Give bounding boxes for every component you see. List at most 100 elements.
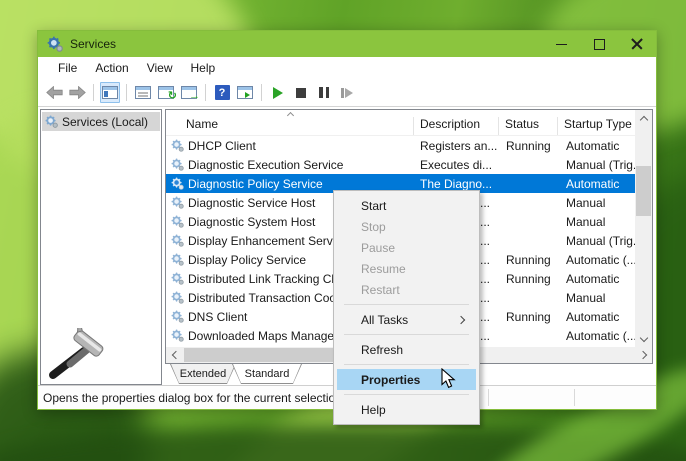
tab-extended-label: Extended <box>180 368 226 380</box>
start-service-button[interactable] <box>268 82 288 103</box>
minimize-icon <box>556 44 567 45</box>
back-button[interactable] <box>44 82 64 103</box>
service-name: Diagnostic System Host <box>188 215 315 229</box>
service-startup-type: Manual <box>558 196 635 210</box>
menu-action[interactable]: Action <box>86 57 137 79</box>
maximize-button[interactable] <box>580 31 618 57</box>
menu-separator <box>344 364 469 365</box>
service-icon <box>171 329 184 342</box>
context-menu-item-pause: Pause <box>337 237 476 258</box>
scroll-left-icon[interactable] <box>166 347 183 363</box>
service-icon <box>171 215 184 228</box>
properties-button[interactable] <box>133 82 153 103</box>
context-menu-item-start[interactable]: Start <box>337 195 476 216</box>
column-header-name[interactable]: Name <box>166 117 414 135</box>
service-description: The Diagno... <box>414 177 499 191</box>
service-icon <box>171 196 184 209</box>
menu-help[interactable]: Help <box>182 57 225 79</box>
export-list-icon: → <box>181 86 197 99</box>
menu-separator <box>344 304 469 305</box>
service-icon <box>171 139 184 152</box>
show-action-pane-button[interactable] <box>235 82 255 103</box>
service-startup-type: Automatic <box>558 272 635 286</box>
close-button[interactable] <box>618 31 656 57</box>
refresh-icon: ↻ <box>158 86 174 99</box>
show-console-tree-button[interactable] <box>100 82 120 103</box>
service-name: Distributed Link Tracking Client <box>188 272 353 286</box>
toolbar-separator <box>261 84 262 101</box>
title-bar[interactable]: Services <box>38 31 656 57</box>
menu-item-label: Start <box>361 199 386 213</box>
service-status: Running <box>499 310 558 324</box>
refresh-button[interactable]: ↻ <box>156 82 176 103</box>
service-startup-type: Automatic (... <box>558 253 635 267</box>
toolbar: ↻ → ? <box>38 79 656 107</box>
service-startup-type: Automatic <box>558 139 635 153</box>
pause-service-button[interactable] <box>314 82 334 103</box>
scroll-right-icon[interactable] <box>635 347 652 363</box>
service-name: Display Enhancement Service <box>188 234 348 248</box>
context-menu-item-all-tasks[interactable]: All Tasks <box>337 309 476 330</box>
hammer-graphic <box>40 328 110 382</box>
restart-service-button[interactable] <box>337 82 357 103</box>
forward-icon <box>69 86 86 99</box>
tab-extended[interactable]: Extended <box>170 364 236 384</box>
vertical-scrollbar[interactable] <box>635 110 652 347</box>
service-icon <box>171 158 184 171</box>
service-name: DNS Client <box>188 310 247 324</box>
service-description: Registers an... <box>414 139 499 153</box>
service-icon <box>171 291 184 304</box>
service-icon <box>171 177 184 190</box>
menu-file[interactable]: File <box>49 57 86 79</box>
back-icon <box>46 86 63 99</box>
help-button[interactable]: ? <box>212 82 232 103</box>
help-icon: ? <box>215 85 230 100</box>
export-list-button[interactable]: → <box>179 82 199 103</box>
context-menu-item-help[interactable]: Help <box>337 399 476 420</box>
tree-item-services-local[interactable]: Services (Local) <box>42 112 160 131</box>
tab-standard[interactable]: Standard <box>232 364 302 384</box>
service-status: Running <box>499 272 558 286</box>
submenu-chevron-icon <box>457 315 465 323</box>
menu-bar: File Action View Help <box>38 57 656 79</box>
tab-standard-label: Standard <box>245 368 290 380</box>
menu-item-label: Properties <box>361 373 420 387</box>
service-startup-type: Manual <box>558 215 635 229</box>
toolbar-separator <box>93 84 94 101</box>
stop-service-button[interactable] <box>291 82 311 103</box>
console-tree-icon <box>102 86 118 99</box>
status-bar-divider <box>574 389 575 406</box>
vertical-scrollbar-thumb[interactable] <box>636 166 651 216</box>
service-icon <box>171 272 184 285</box>
properties-icon <box>135 86 151 99</box>
action-pane-icon <box>237 86 253 99</box>
service-name: Diagnostic Execution Service <box>188 158 343 172</box>
mouse-cursor-icon <box>441 368 457 390</box>
scroll-down-icon[interactable] <box>635 331 652 347</box>
table-row[interactable]: Diagnostic Execution Service Executes di… <box>166 155 635 174</box>
context-menu-item-resume: Resume <box>337 258 476 279</box>
scroll-up-icon[interactable] <box>635 110 652 126</box>
context-menu-item-restart: Restart <box>337 279 476 300</box>
service-startup-type: Automatic (... <box>558 329 635 343</box>
menu-item-label: Pause <box>361 241 395 255</box>
menu-view[interactable]: View <box>138 57 182 79</box>
context-menu: Start Stop Pause Resume Restart All Task… <box>333 190 480 425</box>
pause-service-icon <box>319 87 329 98</box>
restart-service-icon <box>341 88 353 98</box>
column-header-description[interactable]: Description <box>414 117 499 135</box>
service-name: Diagnostic Service Host <box>188 196 315 210</box>
service-status: Running <box>499 253 558 267</box>
service-startup-type: Automatic <box>558 177 635 191</box>
menu-item-label: Help <box>361 403 386 417</box>
table-row[interactable]: DHCP Client Registers an... Running Auto… <box>166 136 635 155</box>
minimize-button[interactable] <box>542 31 580 57</box>
column-header-startup-type[interactable]: Startup Type <box>558 117 639 135</box>
service-name: Display Policy Service <box>188 253 306 267</box>
context-menu-item-refresh[interactable]: Refresh <box>337 339 476 360</box>
forward-button[interactable] <box>67 82 87 103</box>
menu-item-label: Restart <box>361 283 400 297</box>
menu-item-label: Stop <box>361 220 386 234</box>
column-header-status[interactable]: Status <box>499 117 558 135</box>
context-menu-item-stop: Stop <box>337 216 476 237</box>
